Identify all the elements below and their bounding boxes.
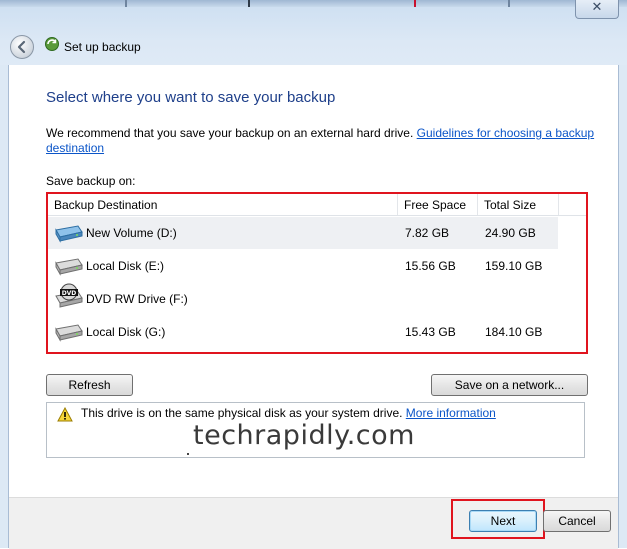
back-arrow-icon — [17, 40, 26, 54]
table-row[interactable]: Local Disk (G:) 15.43 GB 184.10 GB — [48, 316, 558, 348]
drive-total-size: 159.10 GB — [485, 259, 543, 273]
backup-destination-list[interactable]: Backup Destination Free Space Total Size… — [46, 192, 588, 354]
page-title: Select where you want to save your backu… — [46, 89, 336, 106]
background-window-strip — [0, 0, 627, 7]
refresh-button[interactable]: Refresh — [46, 374, 133, 396]
list-header: Backup Destination Free Space Total Size — [48, 194, 586, 216]
info-message: This drive is on the same physical disk … — [81, 406, 406, 420]
drive-name: New Volume (D:) — [86, 226, 177, 240]
svg-text:DVD: DVD — [62, 290, 77, 297]
close-button[interactable]: ✕ — [575, 0, 619, 19]
warning-icon — [57, 407, 73, 422]
table-row[interactable]: New Volume (D:) 7.82 GB 24.90 GB — [48, 217, 558, 249]
drive-name: Local Disk (E:) — [86, 259, 165, 273]
cancel-button[interactable]: Cancel — [543, 510, 611, 532]
watermark: techrapidly.com — [193, 420, 415, 451]
hard-drive-icon — [55, 324, 83, 342]
title-bar: Set up backup — [0, 7, 627, 65]
mouse-cursor-mark — [187, 453, 189, 455]
dvd-drive-icon: DVD — [55, 283, 83, 308]
close-icon: ✕ — [591, 0, 603, 15]
column-header-total-size[interactable]: Total Size — [484, 198, 536, 212]
more-information-link[interactable]: More information — [406, 406, 496, 420]
table-row[interactable]: Local Disk (E:) 15.56 GB 159.10 GB — [48, 250, 558, 282]
recommendation-text: We recommend that you save your backup o… — [46, 126, 606, 156]
drive-total-size: 24.90 GB — [485, 226, 536, 240]
column-header-free-space[interactable]: Free Space — [404, 198, 466, 212]
drive-free-space: 15.43 GB — [405, 325, 456, 339]
window-frame-left — [0, 65, 8, 548]
next-button-highlight — [451, 499, 545, 539]
drive-free-space: 15.56 GB — [405, 259, 456, 273]
drive-total-size: 184.10 GB — [485, 325, 543, 339]
drive-free-space: 7.82 GB — [405, 226, 450, 240]
info-text: This drive is on the same physical disk … — [81, 406, 496, 420]
hard-drive-icon — [55, 258, 83, 276]
hard-drive-icon — [55, 225, 83, 243]
table-row[interactable]: DVD DVD RW Drive (F:) — [48, 283, 558, 315]
column-header-destination[interactable]: Backup Destination — [54, 198, 157, 212]
back-button[interactable] — [10, 35, 34, 59]
window-frame-right — [619, 65, 627, 548]
save-on-network-button[interactable]: Save on a network... — [431, 374, 588, 396]
recommendation-label: We recommend that you save your backup o… — [46, 126, 417, 140]
drive-name: Local Disk (G:) — [86, 325, 166, 339]
save-backup-label: Save backup on: — [46, 174, 136, 188]
backup-app-icon — [45, 37, 59, 51]
drive-name: DVD RW Drive (F:) — [86, 292, 188, 306]
window-title: Set up backup — [64, 40, 141, 54]
